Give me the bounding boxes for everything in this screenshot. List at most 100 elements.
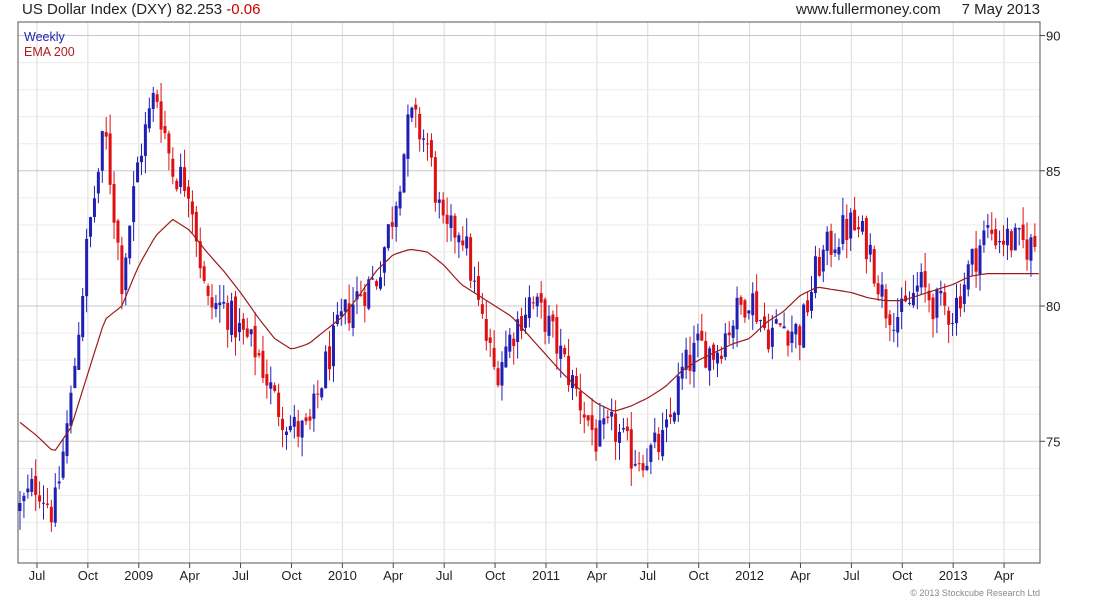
candle-body	[747, 310, 751, 314]
candle-body	[508, 334, 512, 352]
candle-body	[328, 346, 332, 370]
candle-body	[982, 230, 986, 246]
candle-body	[778, 323, 782, 326]
candle-body	[723, 333, 727, 357]
candle-body	[288, 426, 292, 431]
candle-body	[426, 143, 430, 145]
candle-body	[962, 284, 966, 304]
x-tick-label: Apr	[790, 568, 811, 583]
candle-body	[433, 157, 437, 203]
candle-body	[116, 220, 120, 243]
candle-body	[100, 131, 104, 171]
candle-body	[700, 330, 704, 341]
candle-body	[782, 326, 786, 329]
candle-body	[586, 415, 590, 421]
candle-body	[939, 290, 943, 294]
candle-body	[802, 304, 806, 348]
candle-body	[300, 420, 304, 438]
legend-ema-200: EMA 200	[24, 45, 75, 59]
candle-body	[535, 296, 539, 307]
candle-body	[551, 314, 555, 322]
candle-body	[143, 124, 147, 156]
candle-body	[935, 288, 939, 318]
candle-body	[422, 138, 426, 140]
candle-body	[316, 393, 320, 395]
candle-body	[281, 418, 285, 431]
candle-body	[727, 332, 731, 336]
candle-body	[594, 428, 598, 452]
candle-body	[241, 318, 245, 330]
candle-body	[136, 162, 140, 183]
candle-body	[386, 224, 390, 249]
candle-body	[618, 432, 622, 443]
candle-body	[406, 114, 410, 159]
candle-body	[770, 327, 774, 347]
candle-body	[821, 249, 825, 272]
candle-body	[57, 481, 61, 484]
copyright-footer: © 2013 Stockcube Research Ltd	[910, 588, 1040, 598]
candle-body	[590, 415, 594, 430]
candle-body	[970, 248, 974, 265]
candle-body	[986, 225, 990, 228]
y-tick-label: 85	[1046, 164, 1060, 179]
candle-body	[473, 280, 477, 282]
candle-body	[806, 300, 810, 313]
candle-body	[410, 107, 414, 118]
x-tick-label: Oct	[281, 568, 302, 583]
candle-body	[378, 277, 382, 289]
candle-body	[85, 238, 89, 297]
candle-body	[273, 385, 277, 391]
candle-body	[641, 463, 645, 471]
candle-body	[30, 479, 34, 492]
candle-body	[155, 94, 159, 102]
x-tick-label: Oct	[78, 568, 99, 583]
candle-body	[743, 300, 747, 318]
candle-body	[120, 245, 124, 295]
candle-body	[394, 205, 398, 228]
candle-body	[308, 416, 312, 421]
candle-body	[375, 281, 379, 287]
candle-body	[786, 330, 790, 346]
candle-body	[237, 323, 241, 333]
candle-body	[845, 218, 849, 241]
candle-body	[190, 201, 194, 215]
candle-body	[774, 319, 778, 324]
candle-body	[582, 414, 586, 418]
candle-body	[676, 376, 680, 415]
candle-body	[214, 303, 218, 310]
candle-body	[418, 113, 422, 140]
x-tick-label: 2011	[532, 568, 560, 583]
candle-body	[860, 221, 864, 232]
candle-body	[128, 225, 132, 259]
candle-body	[896, 316, 900, 333]
candle-body	[668, 414, 672, 417]
candle-body	[234, 296, 238, 338]
candle-body	[614, 413, 618, 442]
x-tick-label: 2009	[124, 568, 153, 583]
candle-body	[864, 218, 868, 260]
candle-body	[665, 419, 669, 428]
candle-body	[649, 445, 653, 463]
candle-body	[222, 301, 226, 304]
candle-body	[461, 240, 465, 246]
candle-body	[441, 199, 445, 216]
candle-body	[559, 345, 563, 359]
candle-body	[351, 304, 355, 328]
x-tick-label: Oct	[485, 568, 506, 583]
candle-body	[884, 289, 888, 319]
candle-body	[735, 297, 739, 330]
candle-body	[284, 431, 288, 436]
candle-body	[484, 319, 488, 341]
candle-body	[841, 215, 845, 244]
candle-body	[53, 487, 57, 523]
candle-body	[398, 191, 402, 209]
candle-body	[602, 418, 606, 425]
candle-body	[759, 320, 763, 322]
candle-body	[868, 244, 872, 255]
x-tick-label: 2013	[939, 568, 968, 583]
candle-body	[292, 416, 296, 427]
candle-body	[696, 333, 700, 341]
candle-body	[931, 297, 935, 320]
candle-body	[907, 302, 911, 304]
candle-body	[794, 324, 798, 335]
